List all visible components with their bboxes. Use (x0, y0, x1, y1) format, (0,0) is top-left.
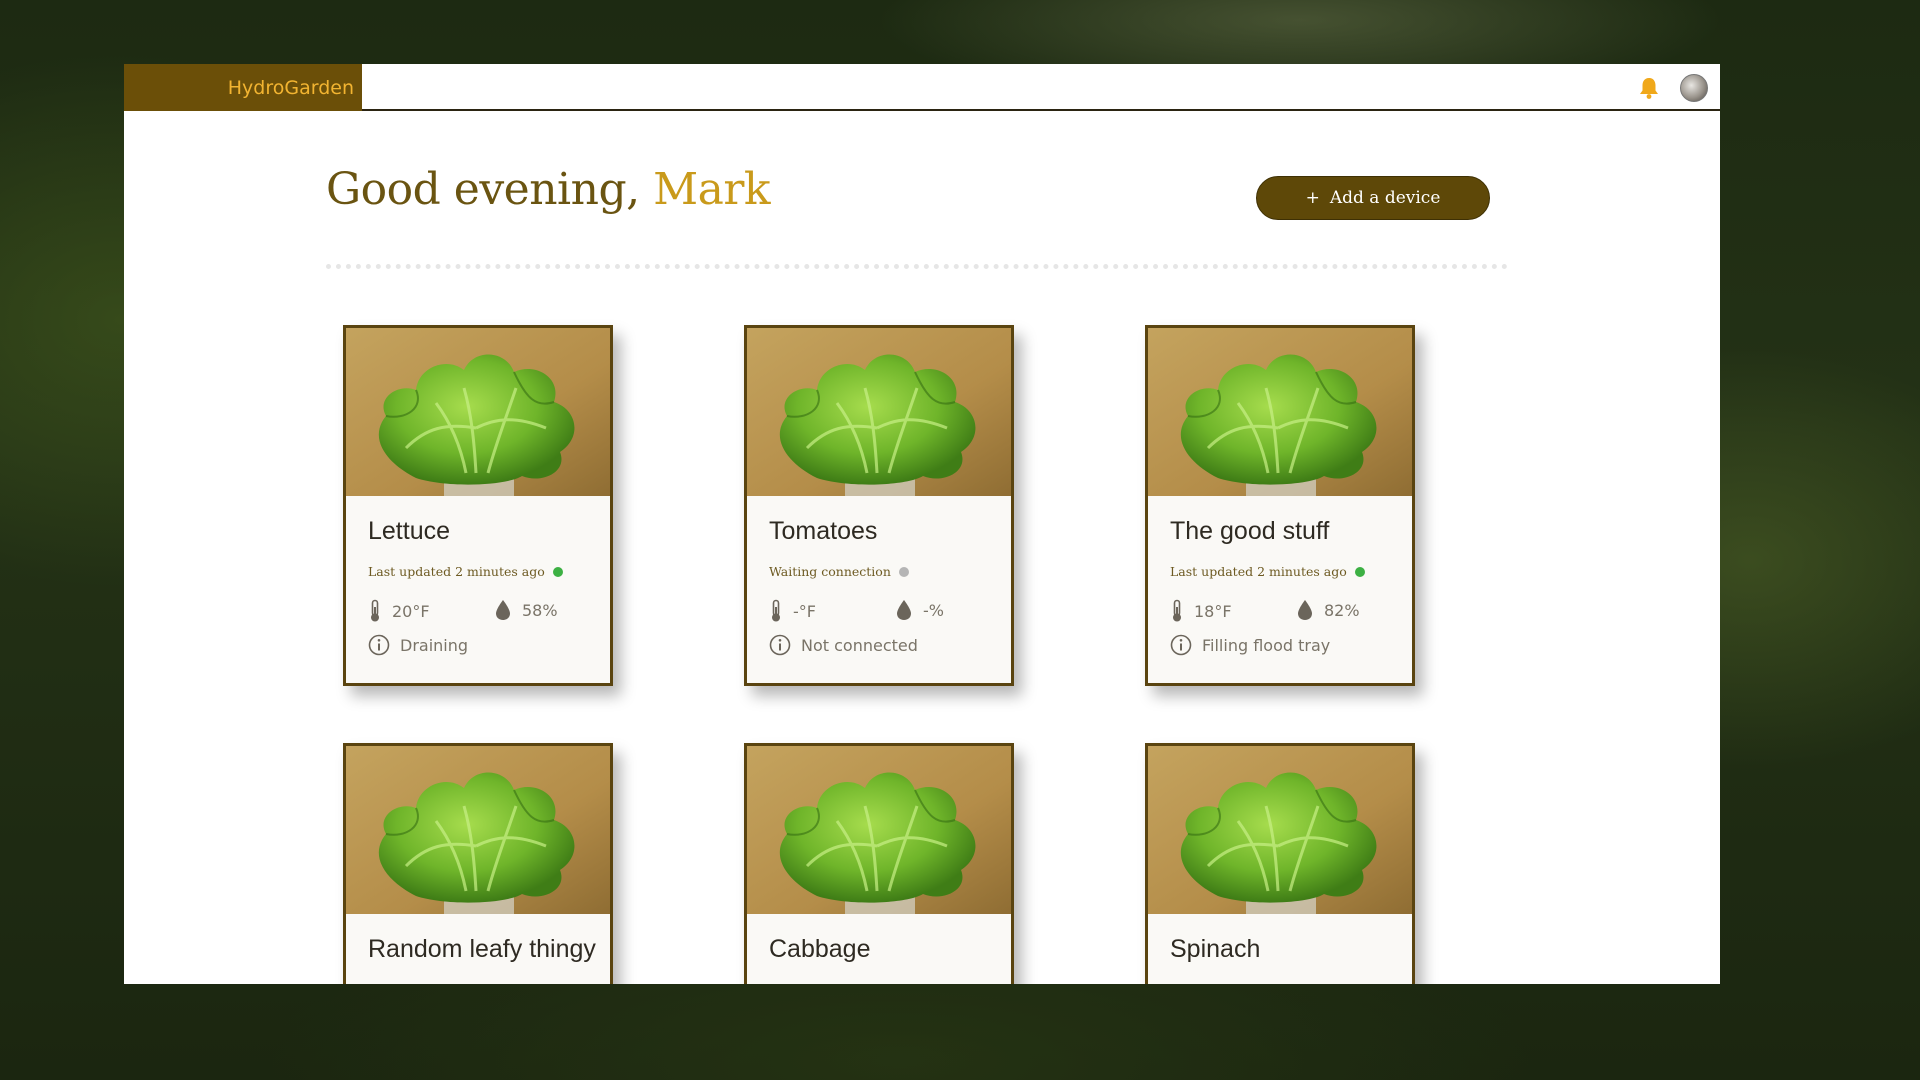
state-text: Filling flood tray (1202, 635, 1331, 655)
device-status: Waiting connection (769, 564, 909, 579)
offline-indicator (898, 566, 909, 577)
device-state: Not connected (769, 634, 918, 656)
humidity-value: 82% (1324, 600, 1360, 620)
device-card-tomatoes[interactable]: Tomatoes Waiting connection -°F -% Not c… (744, 325, 1014, 686)
device-card-cabbage[interactable]: Cabbage (744, 743, 1014, 984)
humidity-reading: 58% (494, 599, 558, 621)
add-device-button[interactable]: + Add a device (1256, 176, 1490, 220)
info-icon (1170, 634, 1192, 656)
greeting-text: Good evening, (326, 164, 654, 215)
device-name: Cabbage (769, 935, 871, 963)
device-readings: 18°F 82% (1170, 599, 1410, 627)
device-status: Last updated 2 minutes ago (368, 564, 563, 579)
device-name: Lettuce (368, 517, 451, 545)
device-name: Tomatoes (769, 517, 878, 545)
brand-name: HydroGarden (227, 76, 354, 99)
droplet-icon (895, 599, 913, 621)
temperature-value: -°F (793, 601, 816, 621)
thermometer-icon (368, 599, 382, 623)
info-icon (769, 634, 791, 656)
plant-image (1148, 746, 1412, 914)
brand-logo[interactable]: HydroGarden (124, 64, 362, 111)
humidity-reading: -% (895, 599, 944, 621)
humidity-value: 58% (522, 600, 558, 620)
temperature-reading: 20°F (368, 599, 430, 623)
device-card-random-leafy-thingy[interactable]: Random leafy thingy (343, 743, 613, 984)
droplet-icon (1296, 599, 1314, 621)
humidity-value: -% (923, 600, 944, 620)
device-name: Spinach (1170, 935, 1261, 963)
divider (326, 264, 1508, 269)
avatar[interactable] (1680, 74, 1708, 102)
device-readings: 20°F 58% (368, 599, 608, 627)
status-text: Last updated 2 minutes ago (1170, 564, 1347, 579)
bell-icon[interactable] (1638, 76, 1660, 100)
state-text: Draining (400, 635, 469, 655)
state-text: Not connected (801, 635, 918, 655)
plant-image (747, 328, 1011, 496)
temperature-value: 20°F (392, 601, 430, 621)
top-bar: HydroGarden (124, 64, 1720, 111)
user-name: Mark (653, 164, 771, 215)
status-text: Waiting connection (769, 564, 891, 579)
plant-image (1148, 328, 1412, 496)
device-readings: -°F -% (769, 599, 1009, 627)
app-window: HydroGarden Good evening, Mark + Add a d… (124, 64, 1720, 984)
temperature-reading: -°F (769, 599, 816, 623)
thermometer-icon (769, 599, 783, 623)
plant-image (346, 746, 610, 914)
device-card-lettuce[interactable]: Lettuce Last updated 2 minutes ago 20°F … (343, 325, 613, 686)
device-card-spinach[interactable]: Spinach (1145, 743, 1415, 984)
info-icon (368, 634, 390, 656)
device-state: Filling flood tray (1170, 634, 1330, 656)
device-name: The good stuff (1170, 517, 1330, 545)
add-device-label: Add a device (1329, 188, 1441, 208)
device-status: Last updated 2 minutes ago (1170, 564, 1365, 579)
temperature-value: 18°F (1194, 601, 1232, 621)
online-indicator (552, 566, 563, 577)
thermometer-icon (1170, 599, 1184, 623)
humidity-reading: 82% (1296, 599, 1360, 621)
device-name: Random leafy thingy (368, 935, 596, 963)
plus-icon: + (1305, 188, 1320, 208)
droplet-icon (494, 599, 512, 621)
plant-image (346, 328, 610, 496)
device-card-the-good-stuff[interactable]: The good stuff Last updated 2 minutes ag… (1145, 325, 1415, 686)
online-indicator (1354, 566, 1365, 577)
temperature-reading: 18°F (1170, 599, 1232, 623)
device-state: Draining (368, 634, 468, 656)
page-title: Good evening, Mark (326, 164, 771, 215)
plant-image (747, 746, 1011, 914)
status-text: Last updated 2 minutes ago (368, 564, 545, 579)
